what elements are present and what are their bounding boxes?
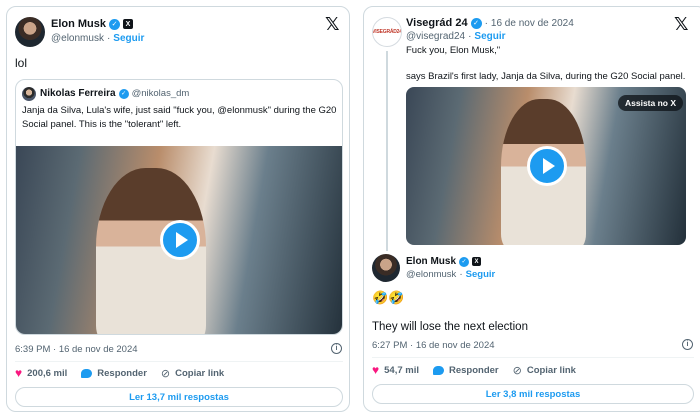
link-icon: ⊘ (160, 367, 171, 380)
author-name[interactable]: Visegrád 24 (406, 17, 468, 29)
quote-avatar (22, 87, 36, 101)
separator-dot: · (468, 31, 472, 42)
reply-label: Responder (448, 364, 499, 376)
reply-avatar[interactable] (372, 254, 400, 282)
reply-text: They will lose the next election (372, 321, 528, 333)
watch-on-x-button[interactable]: Assista no X (618, 95, 684, 111)
quote-author-name: Nikolas Ferreira (40, 88, 116, 99)
handle-row: @visegrad24 · Seguir (406, 31, 506, 42)
quote-text-line: Janja da Silva, Lula's wife, just said "… (22, 105, 337, 116)
tweet-text: lol (15, 56, 28, 70)
reply-button[interactable]: Responder (81, 368, 147, 379)
thread-line (386, 51, 388, 251)
handle-row: @elonmusk · Seguir (51, 33, 144, 44)
like-button[interactable]: ♥ 200,6 mil (15, 366, 67, 380)
action-bar: ♥ 54,7 mil Responder ⊘ Copiar link (372, 363, 576, 377)
info-icon[interactable]: i (331, 343, 342, 354)
action-bar: ♥ 200,6 mil Responder ⊘ Copiar link (15, 366, 224, 380)
tweet-text-line: says Brazil's first lady, Janja da Silva… (406, 71, 686, 82)
tweet-date[interactable]: 16 de nov de 2024 (491, 18, 574, 29)
follow-button[interactable]: Seguir (466, 269, 496, 280)
reply-emoji: 🤣🤣 (372, 290, 405, 305)
copy-link-button[interactable]: ⊘ Copiar link (161, 367, 224, 380)
link-icon: ⊘ (512, 364, 522, 377)
x-affiliation-icon: X (123, 19, 134, 29)
tweet-timestamp[interactable]: 6:39 PM · 16 de nov de 2024 (15, 344, 138, 355)
video-player[interactable] (16, 146, 342, 334)
author-name[interactable]: Elon Musk (51, 18, 106, 30)
reply-author-name[interactable]: Elon Musk (406, 256, 456, 267)
reply-author-handle[interactable]: @elonmusk (406, 269, 456, 280)
x-affiliation-icon: X (472, 257, 482, 266)
copy-link-label: Copiar link (175, 367, 225, 379)
x-logo-icon[interactable]: 𝕏 (674, 14, 689, 35)
verified-icon: ✓ (118, 88, 129, 99)
quote-author-handle: @nikolas_dm (131, 88, 190, 99)
like-count: 54,7 mil (384, 364, 419, 376)
separator-dot: · (106, 33, 111, 44)
page: Elon Musk ✓ X @elonmusk · Seguir 𝕏 lol N… (0, 0, 700, 420)
copy-link-button[interactable]: ⊘ Copiar link (513, 364, 576, 377)
verified-icon: ✓ (109, 18, 121, 30)
tweet-card-elon[interactable]: Elon Musk ✓ X @elonmusk · Seguir 𝕏 lol N… (6, 6, 350, 412)
visegrad-logo: VISEGRÁD24 (372, 29, 402, 35)
heart-icon: ♥ (372, 363, 380, 377)
play-icon (175, 232, 188, 248)
tweet-card-visegrad[interactable]: VISEGRÁD24 Visegrád 24 ✓ · 16 de nov de … (363, 6, 700, 412)
reply-icon (432, 365, 444, 375)
quote-text-line: Social panel. This is the "tolerant" lef… (22, 118, 182, 130)
tweet-text-line: Fuck you, Elon Musk," (406, 45, 501, 56)
quote-text: Janja da Silva, Lula's wife, just said "… (22, 104, 338, 132)
reply-author-row: Elon Musk ✓ X (406, 256, 482, 267)
reply-icon (81, 368, 93, 378)
avatar[interactable]: VISEGRÁD24 (372, 17, 402, 47)
reply-handle-row: @elonmusk · Seguir (406, 269, 495, 280)
quote-author-row: Nikolas Ferreira ✓ @nikolas_dm (40, 88, 189, 99)
follow-button[interactable]: Seguir (474, 31, 505, 42)
read-replies-button[interactable]: Ler 13,7 mil respostas (15, 387, 343, 407)
divider (15, 361, 343, 362)
separator-dot: · (484, 17, 488, 29)
separator-dot: · (459, 269, 463, 280)
verified-icon: ✓ (470, 17, 482, 29)
play-button[interactable] (527, 146, 567, 186)
quoted-tweet[interactable]: Nikolas Ferreira ✓ @nikolas_dm Janja da … (15, 79, 343, 335)
heart-icon: ♥ (15, 366, 23, 380)
verified-icon: ✓ (459, 256, 470, 267)
author-handle[interactable]: @visegrad24 (406, 31, 465, 42)
video-player[interactable]: Assista no X (406, 87, 686, 245)
play-button[interactable] (160, 220, 200, 260)
x-logo-icon[interactable]: 𝕏 (325, 14, 340, 35)
info-icon[interactable]: i (682, 339, 693, 350)
divider (372, 357, 694, 358)
like-count: 200,6 mil (27, 367, 68, 379)
like-button[interactable]: ♥ 54,7 mil (372, 363, 419, 377)
play-icon (542, 158, 555, 174)
follow-button[interactable]: Seguir (113, 33, 144, 44)
tweet-timestamp[interactable]: 6:27 PM · 16 de nov de 2024 (372, 340, 495, 351)
read-replies-button[interactable]: Ler 3,8 mil respostas (372, 384, 694, 404)
author-row: Visegrád 24 ✓ · 16 de nov de 2024 (406, 17, 574, 29)
reply-label: Responder (97, 367, 147, 379)
author-handle[interactable]: @elonmusk (51, 33, 104, 44)
author-row: Elon Musk ✓ X (51, 18, 134, 30)
copy-link-label: Copiar link (526, 364, 576, 376)
reply-button[interactable]: Responder (432, 364, 499, 376)
avatar[interactable] (15, 17, 45, 47)
